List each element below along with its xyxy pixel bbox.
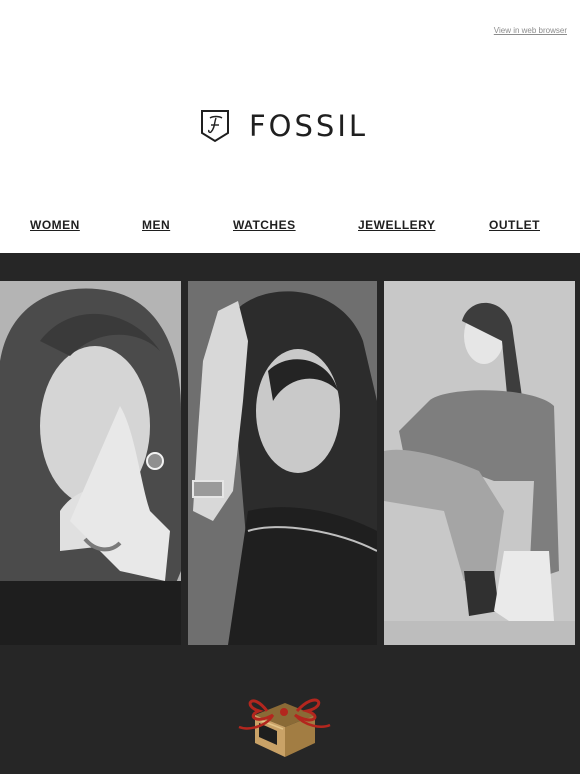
- nav-item-watches[interactable]: WATCHES: [233, 218, 296, 232]
- hero-section: [0, 253, 580, 774]
- woman-with-watch-image: [188, 281, 377, 645]
- brand-logo[interactable]: FOSSIL: [199, 108, 368, 144]
- gift-box-icon: [238, 698, 331, 757]
- hero-photo-seated-woman[interactable]: [384, 281, 575, 645]
- nav-item-men[interactable]: MEN: [142, 218, 170, 232]
- view-in-web-browser-link[interactable]: View in web browser: [494, 26, 567, 35]
- nav-item-jewellery[interactable]: JEWELLERY: [358, 218, 435, 232]
- main-nav: WOMEN MEN WATCHES JEWELLERY OUTLET: [0, 218, 580, 234]
- laughing-woman-image: [0, 281, 181, 645]
- hero-photo-laughing-woman[interactable]: [0, 281, 181, 645]
- seated-woman-image: [384, 281, 575, 645]
- email-page: View in web browser FOSSIL WOMEN MEN WAT…: [0, 0, 580, 774]
- nav-item-outlet[interactable]: OUTLET: [489, 218, 540, 232]
- brand-name: FOSSIL: [249, 109, 369, 143]
- nav-item-women[interactable]: WOMEN: [30, 218, 80, 232]
- fossil-shield-logo-icon: [201, 110, 229, 143]
- hero-photo-woman-with-watch[interactable]: [188, 281, 377, 645]
